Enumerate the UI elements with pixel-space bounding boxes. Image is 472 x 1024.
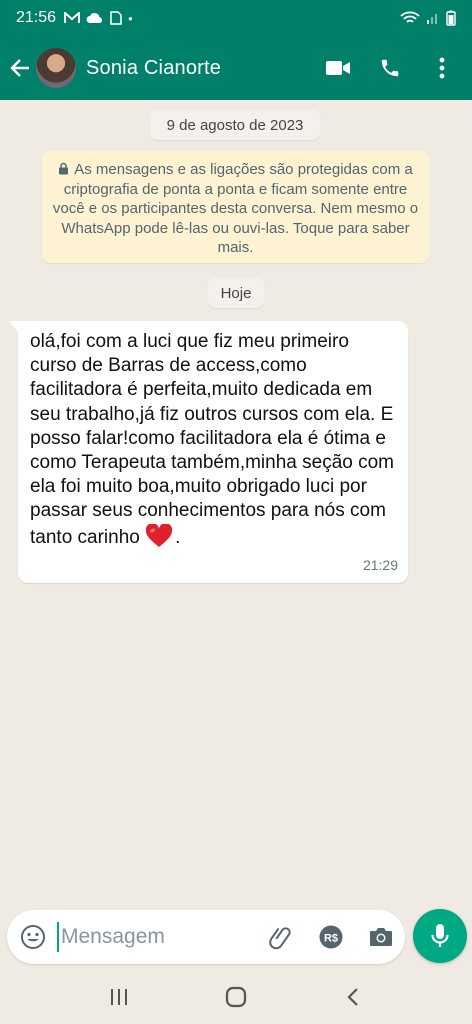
today-divider: Hoje: [208, 278, 264, 308]
notification-icons: ●: [64, 11, 133, 25]
home-icon: [225, 986, 247, 1008]
message-composer: R$: [7, 910, 405, 964]
recent-apps-button[interactable]: [99, 977, 139, 1017]
system-icons: [400, 10, 456, 26]
message-input[interactable]: [57, 922, 257, 952]
system-navigation-bar: [0, 970, 472, 1024]
video-call-button[interactable]: [322, 52, 354, 84]
chat-area[interactable]: 9 de agosto de 2023 As mensagens e as li…: [0, 100, 472, 906]
home-button[interactable]: [216, 977, 256, 1017]
cloud-icon: [86, 13, 103, 23]
status-bar: 21:56 ●: [0, 0, 472, 36]
encryption-notice-text: As mensagens e as ligações são protegida…: [52, 161, 419, 256]
bubble-tail: [9, 321, 19, 333]
attach-button[interactable]: [263, 919, 299, 955]
voice-call-button[interactable]: [374, 52, 406, 84]
back-button[interactable]: [2, 36, 38, 100]
sim-icon: [110, 11, 122, 25]
message-ending: .: [175, 526, 181, 548]
emoji-button[interactable]: [15, 919, 51, 955]
gmail-icon: [64, 12, 81, 23]
date-divider: 9 de agosto de 2023: [150, 110, 320, 140]
more-options-icon: [439, 57, 445, 79]
svg-text:R$: R$: [324, 933, 338, 945]
dot-icon: ●: [128, 13, 133, 23]
message-body: olá,foi com a luci que fiz meu primeiro …: [30, 331, 394, 548]
emoji-icon: [21, 925, 45, 949]
wifi-icon: [400, 11, 420, 23]
contact-name[interactable]: Sonia Cianorte: [86, 57, 221, 80]
status-time: 21:56: [16, 9, 57, 26]
attach-icon: [269, 927, 291, 950]
header-actions: [322, 52, 458, 84]
battery-icon: [446, 10, 456, 26]
more-options-button[interactable]: [426, 52, 458, 84]
recent-apps-icon: [110, 989, 127, 1005]
heart-emoji-icon: [146, 523, 173, 547]
encryption-notice[interactable]: As mensagens e as ligações são protegida…: [42, 151, 429, 263]
camera-icon: [370, 928, 392, 946]
camera-button[interactable]: [363, 919, 399, 955]
message-bubble[interactable]: olá,foi com a luci que fiz meu primeiro …: [9, 321, 408, 583]
mic-icon: [431, 924, 449, 947]
video-call-icon: [326, 61, 350, 75]
phone-icon: [381, 59, 399, 77]
payment-icon: R$: [319, 925, 343, 949]
back-nav-button[interactable]: [333, 977, 373, 1017]
signal-icon: [427, 14, 437, 24]
back-arrow-icon: [10, 59, 29, 77]
voice-message-button[interactable]: [413, 909, 467, 963]
chat-header: Sonia Cianorte: [0, 36, 472, 100]
message-time: 21:29: [362, 556, 398, 573]
chevron-left-icon: [347, 988, 359, 1006]
message-text: olá,foi com a luci que fiz meu primeiro …: [30, 330, 396, 550]
lock-icon: [59, 162, 69, 175]
payment-button[interactable]: R$: [313, 919, 349, 955]
avatar[interactable]: [36, 48, 76, 88]
